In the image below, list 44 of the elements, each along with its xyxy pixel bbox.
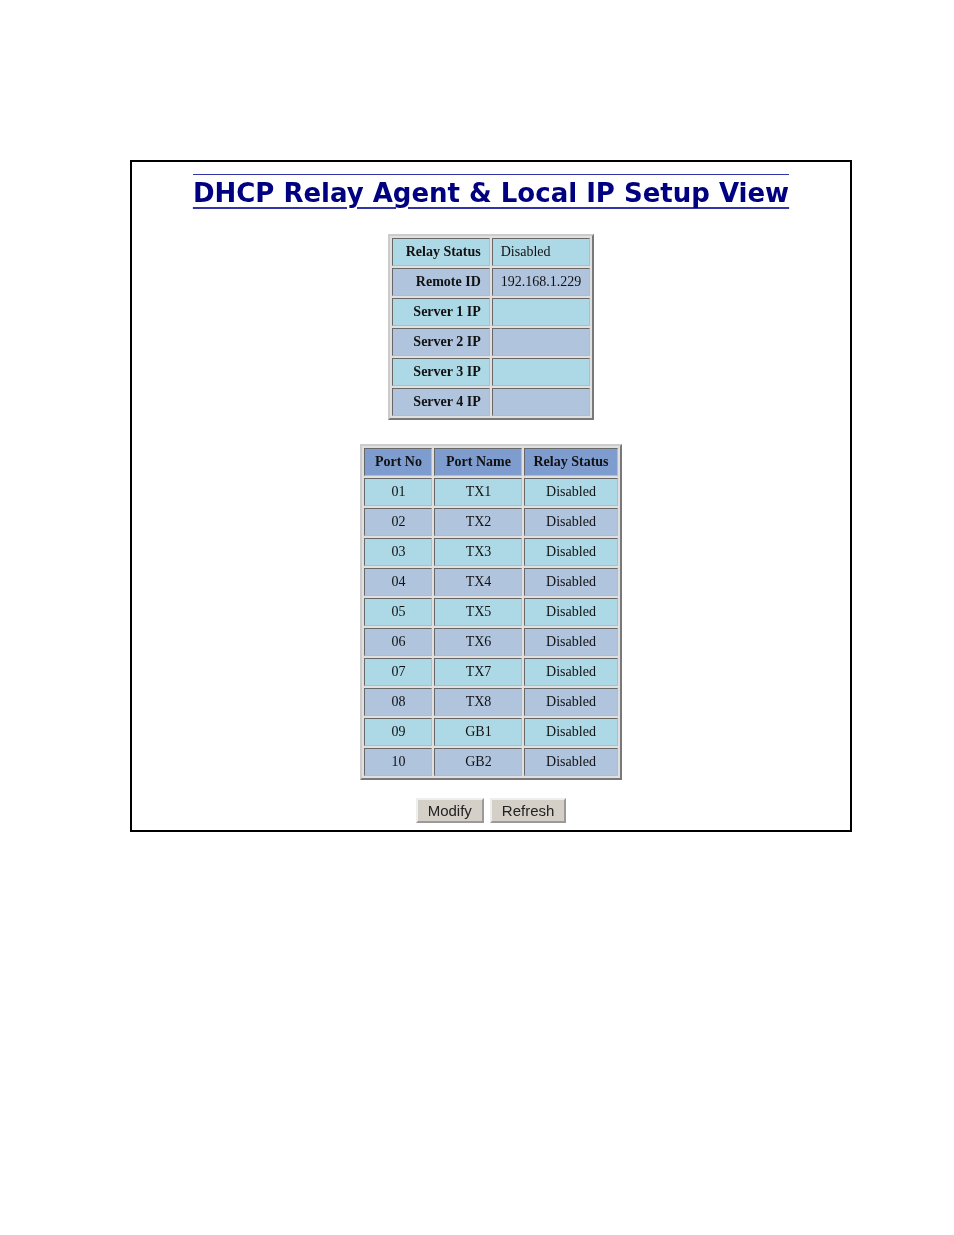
setting-label: Relay Status [391, 238, 490, 266]
table-cell: TX1 [434, 478, 523, 506]
table-cell: 01 [364, 478, 433, 506]
table-cell: Disabled [524, 478, 618, 506]
table-cell: Disabled [524, 628, 618, 656]
table-cell: TX6 [434, 628, 523, 656]
page-title: DHCP Relay Agent & Local IP Setup View [192, 174, 790, 212]
table-cell: 07 [364, 658, 433, 686]
table-cell: 03 [364, 538, 433, 566]
table-cell: Disabled [524, 508, 618, 536]
table-cell: Disabled [524, 658, 618, 686]
table-cell: 06 [364, 628, 433, 656]
setting-label: Server 3 IP [391, 358, 490, 386]
table-cell: TX2 [434, 508, 523, 536]
column-header: Port Name [434, 448, 523, 476]
table-cell: Disabled [524, 598, 618, 626]
table-cell: 10 [364, 748, 433, 776]
setting-label: Remote ID [391, 268, 490, 296]
table-cell: 09 [364, 718, 433, 746]
table-cell: GB2 [434, 748, 523, 776]
setting-label: Server 1 IP [391, 298, 490, 326]
table-cell: Disabled [524, 748, 618, 776]
table-cell: TX4 [434, 568, 523, 596]
table-cell: 02 [364, 508, 433, 536]
table-cell: TX3 [434, 538, 523, 566]
table-cell: TX5 [434, 598, 523, 626]
table-cell: TX7 [434, 658, 523, 686]
table-cell: Disabled [524, 688, 618, 716]
table-cell: Disabled [524, 568, 618, 596]
setting-value: Disabled [491, 238, 591, 266]
column-header: Relay Status [524, 448, 618, 476]
table-cell: Disabled [524, 718, 618, 746]
column-header: Port No [364, 448, 433, 476]
setting-label: Server 4 IP [391, 388, 490, 416]
setting-value: 192.168.1.229 [491, 268, 591, 296]
modify-button[interactable]: Modify [415, 798, 484, 823]
table-cell: GB1 [434, 718, 523, 746]
table-cell: TX8 [434, 688, 523, 716]
setting-label: Server 2 IP [391, 328, 490, 356]
refresh-button[interactable]: Refresh [489, 798, 567, 823]
table-cell: Disabled [524, 538, 618, 566]
table-cell: 04 [364, 568, 433, 596]
table-cell: 05 [364, 598, 433, 626]
table-cell: 08 [364, 688, 433, 716]
